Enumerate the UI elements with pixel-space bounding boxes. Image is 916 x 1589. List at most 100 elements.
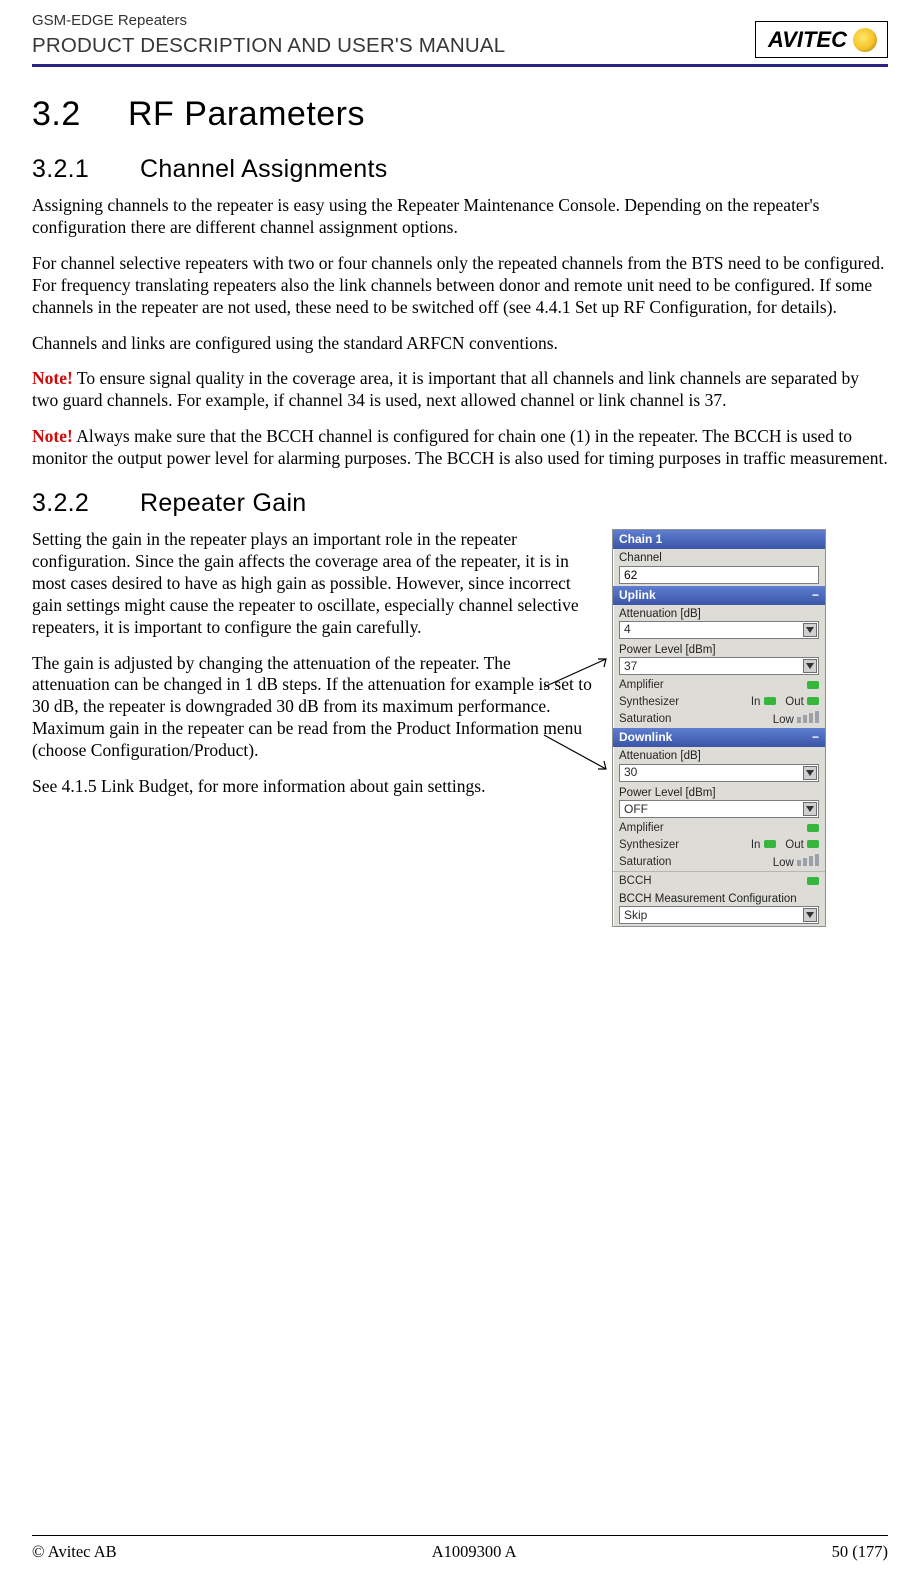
page-footer: © Avitec AB A1009300 A 50 (177) [32, 1535, 888, 1563]
level-bars-icon [797, 711, 819, 723]
amplifier-label: Amplifier [619, 678, 664, 692]
uplink-power-label: Power Level [dBm] [619, 643, 819, 657]
downlink-power-row: Power Level [dBm] OFF [613, 784, 825, 820]
sub2-paragraph-3: See 4.1.5 Link Budget, for more informat… [32, 776, 592, 798]
page-header: GSM-EDGE Repeaters PRODUCT DESCRIPTION A… [32, 12, 888, 58]
downlink-power-select[interactable]: OFF [619, 800, 819, 818]
chevron-down-icon [803, 766, 817, 780]
chevron-down-icon [803, 802, 817, 816]
section-heading: 3.2RF Parameters [32, 93, 888, 136]
footer-copyright: © Avitec AB [32, 1542, 117, 1563]
collapse-icon[interactable]: − [812, 588, 819, 603]
note-label: Note! [32, 426, 73, 446]
subsection-2-number: 3.2.2 [32, 488, 140, 519]
bcch-config-select[interactable]: Skip [619, 906, 819, 924]
product-line: GSM-EDGE Repeaters [32, 12, 505, 31]
chevron-down-icon [803, 623, 817, 637]
footer-row: © Avitec AB A1009300 A 50 (177) [32, 1542, 888, 1563]
sub1-paragraph-1: Assigning channels to the repeater is ea… [32, 195, 888, 239]
status-led-icon [807, 681, 819, 689]
channel-input[interactable] [619, 566, 819, 584]
brand-logo-text: AVITEC [768, 26, 847, 54]
uplink-power-row: Power Level [dBm] 37 [613, 641, 825, 677]
subsection-2-title: Repeater Gain [140, 489, 307, 517]
channel-label: Channel [619, 551, 819, 565]
synth-inout: In Out [751, 838, 819, 852]
subsection-2-heading: 3.2.2Repeater Gain [32, 488, 888, 519]
sub1-paragraph-2: For channel selective repeaters with two… [32, 253, 888, 319]
uplink-title-bar: Uplink − [613, 586, 825, 605]
bcch-config-row: BCCH Measurement Configuration Skip [613, 890, 825, 926]
downlink-synth-status: Synthesizer In Out [613, 837, 825, 853]
synth-label: Synthesizer [619, 838, 679, 852]
saturation-value: Low [773, 711, 819, 727]
bcch-config-value: Skip [624, 908, 647, 923]
uplink-atten-label: Attenuation [dB] [619, 607, 819, 621]
downlink-atten-select[interactable]: 30 [619, 764, 819, 782]
bcch-label: BCCH [619, 874, 652, 888]
saturation-label: Saturation [619, 712, 671, 726]
downlink-atten-label: Attenuation [dB] [619, 749, 819, 763]
uplink-atten-value: 4 [624, 622, 631, 637]
subsection-2-body: Setting the gain in the repeater plays a… [32, 529, 888, 927]
chain-config-panel: Chain 1 Channel Uplink − Attenuation [dB… [612, 529, 826, 927]
downlink-atten-value: 30 [624, 765, 637, 780]
callout-arrows [542, 657, 622, 767]
subsection-1-heading: 3.2.1Channel Assignments [32, 154, 888, 185]
out-label: Out [785, 696, 804, 708]
status-led-icon [807, 697, 819, 705]
rmc-panel-figure: Chain 1 Channel Uplink − Attenuation [dB… [612, 529, 882, 927]
status-led-icon [764, 840, 776, 848]
sun-icon [853, 28, 877, 52]
saturation-value: Low [773, 854, 819, 870]
sub2-paragraph-1: Setting the gain in the repeater plays a… [32, 529, 592, 638]
section-number: 3.2 [32, 93, 128, 136]
out-label: Out [785, 839, 804, 851]
status-led-icon [807, 824, 819, 832]
footer-divider [32, 1535, 888, 1536]
in-label: In [751, 839, 761, 851]
note-2-text: Always make sure that the BCCH channel i… [32, 426, 888, 468]
uplink-power-select[interactable]: 37 [619, 657, 819, 675]
section-title: RF Parameters [128, 95, 365, 133]
downlink-saturation-status: Saturation Low [613, 853, 825, 871]
synth-inout: In Out [751, 695, 819, 709]
sub1-note-2: Note! Always make sure that the BCCH cha… [32, 426, 888, 470]
status-led-icon [807, 877, 819, 885]
saturation-label: Saturation [619, 855, 671, 869]
bcch-config-label: BCCH Measurement Configuration [619, 892, 819, 906]
chevron-down-icon [803, 659, 817, 673]
uplink-amplifier-status: Amplifier [613, 677, 825, 693]
arrow-icon [542, 657, 622, 807]
sub1-paragraph-3: Channels and links are configured using … [32, 333, 888, 355]
downlink-title: Downlink [619, 730, 672, 745]
document-title: PRODUCT DESCRIPTION AND USER'S MANUAL [32, 33, 505, 59]
saturation-low: Low [773, 857, 794, 869]
amplifier-label: Amplifier [619, 821, 664, 835]
header-divider [32, 64, 888, 67]
channel-row: Channel [613, 549, 825, 585]
uplink-atten-select[interactable]: 4 [619, 621, 819, 639]
downlink-title-bar: Downlink − [613, 728, 825, 747]
downlink-atten-row: Attenuation [dB] 30 [613, 747, 825, 783]
status-led-icon [807, 840, 819, 848]
sub2-paragraph-2: The gain is adjusted by changing the att… [32, 653, 592, 762]
sub1-note-1: Note! To ensure signal quality in the co… [32, 368, 888, 412]
chevron-down-icon [803, 908, 817, 922]
downlink-power-label: Power Level [dBm] [619, 786, 819, 800]
downlink-amplifier-status: Amplifier [613, 820, 825, 836]
note-label: Note! [32, 368, 73, 388]
brand-logo: AVITEC [755, 21, 888, 59]
collapse-icon[interactable]: − [812, 730, 819, 745]
note-1-text: To ensure signal quality in the coverage… [32, 368, 859, 410]
subsection-2-text-column: Setting the gain in the repeater plays a… [32, 529, 592, 812]
chain-title-bar: Chain 1 [613, 530, 825, 549]
subsection-1-title: Channel Assignments [140, 155, 388, 183]
saturation-low: Low [773, 714, 794, 726]
footer-page-number: 50 (177) [832, 1542, 888, 1563]
uplink-saturation-status: Saturation Low [613, 710, 825, 728]
synth-label: Synthesizer [619, 695, 679, 709]
downlink-power-value: OFF [624, 802, 648, 817]
footer-document-id: A1009300 A [432, 1542, 517, 1563]
level-bars-icon [797, 854, 819, 866]
